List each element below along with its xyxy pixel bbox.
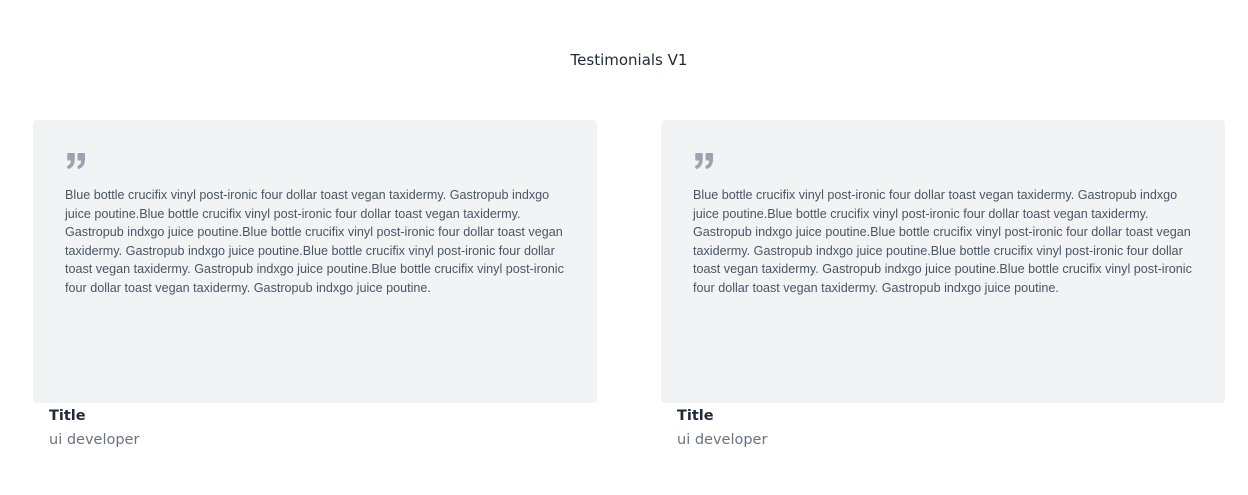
testimonial-card: Blue bottle crucifix vinyl post-ironic f… [33, 120, 597, 403]
section-title: Testimonials V1 [570, 51, 688, 69]
testimonial: Blue bottle crucifix vinyl post-ironic f… [33, 120, 597, 450]
testimonial-card: Blue bottle crucifix vinyl post-ironic f… [661, 120, 1225, 403]
testimonial: Blue bottle crucifix vinyl post-ironic f… [661, 120, 1225, 450]
author-role: ui developer [49, 432, 140, 448]
author-name: Title [49, 408, 86, 424]
author-role: ui developer [677, 432, 768, 448]
testimonial-text: Blue bottle crucifix vinyl post-ironic f… [693, 188, 1192, 295]
testimonial-text: Blue bottle crucifix vinyl post-ironic f… [65, 188, 564, 295]
quote-icon [695, 153, 713, 169]
testimonial-author: Title ui developer [661, 406, 1225, 450]
testimonial-author: Title ui developer [33, 406, 597, 450]
testimonials-section: Testimonials V1 Blue bottle crucifix vin… [0, 0, 1248, 495]
quote-icon [67, 153, 85, 169]
author-name: Title [677, 408, 714, 424]
